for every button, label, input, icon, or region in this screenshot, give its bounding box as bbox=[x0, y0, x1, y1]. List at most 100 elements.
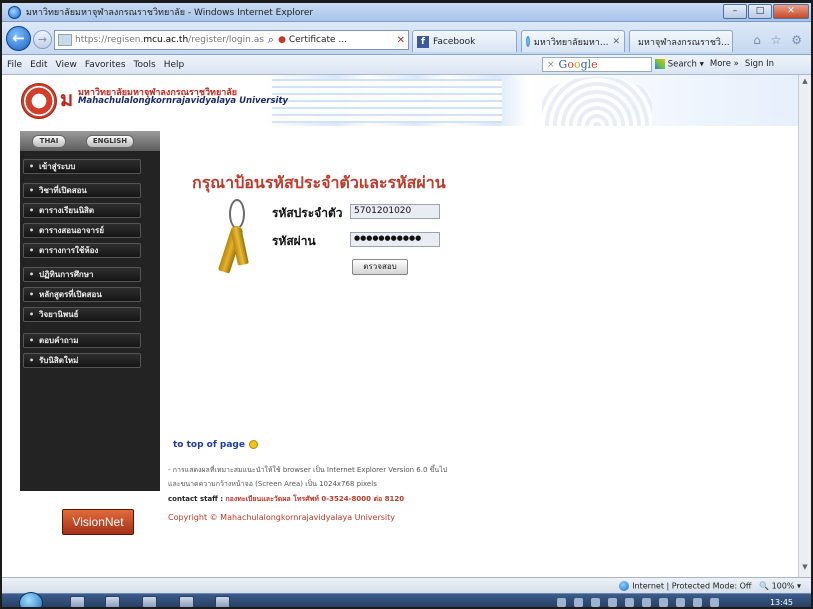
key-ring bbox=[229, 199, 245, 229]
site-header: ม มหาวิทยาลัยมหาจุฬาลงกรณราชวิทยาลัย Mah… bbox=[2, 75, 798, 126]
tab-label: Facebook bbox=[433, 36, 476, 47]
tray-icon[interactable] bbox=[608, 598, 617, 607]
status-info: Internet | Protected Mode: Off 🔍 100% ▾ bbox=[619, 581, 801, 591]
sidebar-item-teacher-timetable[interactable]: ตารางสอนอาจารย์ bbox=[23, 223, 141, 238]
globe-icon bbox=[619, 581, 630, 591]
header-decoration bbox=[272, 79, 502, 123]
page-content: ม มหาวิทยาลัยมหาจุฬาลงกรณราชวิทยาลัย Mah… bbox=[2, 75, 798, 577]
tab-university-2[interactable]: มหาจุฬาลงกรณราชวิ... bbox=[629, 30, 733, 52]
sidebar-item-courses[interactable]: วิชาที่เปิดสอน bbox=[23, 183, 141, 198]
ie-icon[interactable] bbox=[105, 596, 120, 607]
screen-note: และขนาดความกว้างหน้าจอ (Screen Area) เป็… bbox=[168, 480, 377, 488]
menu-favorites[interactable]: Favorites bbox=[85, 60, 126, 70]
word-icon[interactable] bbox=[142, 596, 157, 607]
sidebar-item-room-schedule[interactable]: ตารางการใช้ห้อง bbox=[23, 243, 141, 258]
sidebar: THAI ENGLISH เข้าสู่ระบบ วิชาที่เปิดสอน … bbox=[20, 131, 160, 535]
address-url: https://regisen.mcu.ac.th/register/login… bbox=[75, 35, 264, 45]
tray-icon[interactable] bbox=[659, 598, 668, 607]
more-button[interactable]: More » bbox=[710, 59, 739, 70]
page-icon bbox=[58, 34, 72, 46]
menu-view[interactable]: View bbox=[56, 60, 77, 70]
student-id-label: รหัสประจำตัว bbox=[272, 206, 343, 220]
browser-window: มหาวิทยาลัยมหาจุฬาลงกรณราชวิทยาลัย - Win… bbox=[0, 0, 813, 609]
thai-language-button[interactable]: THAI bbox=[32, 135, 66, 148]
vertical-scrollbar[interactable]: ▲ ▼ bbox=[798, 75, 811, 577]
sidebar-item-login[interactable]: เข้าสู่ระบบ bbox=[23, 159, 141, 174]
start-button[interactable] bbox=[19, 592, 43, 607]
title-bar: มหาวิทยาลัยมหาจุฬาลงกรณราชวิทยาลัย - Win… bbox=[2, 3, 811, 22]
back-button[interactable]: ← bbox=[6, 26, 31, 51]
browser-note: - การแสดงผลที่เหมาะสมแนะนำให้ใช้ browser… bbox=[168, 466, 448, 474]
tray-icon[interactable] bbox=[574, 598, 583, 607]
search-icon bbox=[655, 59, 665, 69]
university-logo-mark: ม bbox=[60, 87, 74, 111]
sign-in-button[interactable]: Sign In bbox=[745, 59, 774, 70]
university-seal-icon bbox=[21, 83, 57, 119]
tray-icon[interactable] bbox=[693, 598, 702, 607]
menu-help[interactable]: Help bbox=[164, 60, 185, 70]
stop-icon[interactable]: ✕ bbox=[397, 35, 405, 46]
close-tab-icon[interactable]: ✕ bbox=[612, 37, 620, 47]
minimize-button[interactable]: – bbox=[723, 4, 747, 19]
menu-tools[interactable]: Tools bbox=[134, 60, 156, 70]
login-heading: กรุณาป้อนรหัสประจำตัวและรหัสผ่าน bbox=[192, 173, 446, 192]
scroll-up-icon[interactable]: ▲ bbox=[800, 77, 810, 89]
google-logo: Google bbox=[558, 58, 598, 71]
tray-icon[interactable] bbox=[591, 598, 600, 607]
temple-watermark bbox=[542, 77, 652, 126]
close-button[interactable]: ✕ bbox=[773, 4, 809, 19]
password-label: รหัสผ่าน bbox=[272, 234, 316, 248]
scroll-down-icon[interactable]: ▼ bbox=[800, 563, 810, 575]
menu-bar: File Edit View Favorites Tools Help × Go… bbox=[2, 55, 811, 75]
menu-file[interactable]: File bbox=[7, 60, 22, 70]
facebook-icon: f bbox=[417, 35, 429, 48]
ie-logo-icon bbox=[8, 5, 21, 19]
taskbar: 13:45 bbox=[2, 592, 811, 607]
arrow-up-icon bbox=[248, 440, 258, 449]
university-english-name: Mahachulalongkornrajavidyalaya Universit… bbox=[78, 96, 289, 106]
tray-icon[interactable] bbox=[710, 598, 719, 607]
system-tray bbox=[557, 598, 719, 607]
tray-icon[interactable] bbox=[557, 598, 566, 607]
tray-icon[interactable] bbox=[642, 598, 651, 607]
student-id-field[interactable]: 5701201020 bbox=[350, 204, 440, 219]
password-field[interactable]: ●●●●●●●●●●● bbox=[350, 232, 440, 247]
tab-university[interactable]: มหาวิทยาลัยมหา... ✕ bbox=[521, 30, 625, 52]
search-button[interactable]: Search ▾ bbox=[655, 59, 704, 70]
status-bar: Internet | Protected Mode: Off 🔍 100% ▾ bbox=[2, 577, 811, 593]
clear-icon[interactable]: × bbox=[547, 60, 555, 70]
top-of-page-link[interactable]: to top of page bbox=[173, 440, 258, 450]
english-language-button[interactable]: ENGLISH bbox=[86, 135, 134, 148]
contact-line: contact staff : กองทะเบียนและวัดผล โทรศั… bbox=[168, 495, 405, 503]
visionnet-logo[interactable]: VisionNet bbox=[62, 509, 134, 535]
address-bar[interactable]: https://regisen.mcu.ac.th/register/login… bbox=[54, 30, 409, 50]
sidebar-item-curricula[interactable]: หลักสูตรที่เปิดสอน bbox=[23, 287, 141, 302]
tray-icon[interactable] bbox=[676, 598, 685, 607]
sidebar-item-admissions[interactable]: รับนิสิตใหม่ bbox=[23, 353, 141, 368]
sidebar-item-academic-calendar[interactable]: ปฏิทินการศึกษา bbox=[23, 267, 141, 282]
sidebar-item-thesis[interactable]: วิจยานิพนธ์ bbox=[23, 307, 141, 322]
menu-edit[interactable]: Edit bbox=[30, 60, 47, 70]
home-favorites-tools-icons[interactable]: ⌂ ☆ ⚙ bbox=[753, 33, 805, 47]
tab-label: มหาจุฬาลงกรณราชวิ... bbox=[638, 37, 730, 48]
copyright: Copyright © Mahachulalongkornrajavidyala… bbox=[168, 513, 395, 522]
forward-button[interactable]: → bbox=[33, 30, 52, 49]
sidebar-item-faq[interactable]: ตอบคำถาม bbox=[23, 333, 141, 348]
zoom-level[interactable]: 🔍 100% ▾ bbox=[759, 582, 801, 591]
clock[interactable]: 13:45 bbox=[770, 598, 793, 607]
folder-icon[interactable] bbox=[70, 596, 85, 607]
submit-button[interactable]: ตรวจสอบ bbox=[352, 259, 408, 275]
google-search-box[interactable]: × Google bbox=[542, 57, 652, 72]
search-icon[interactable]: ⌕ bbox=[268, 33, 274, 47]
navigation-bar: ← → https://regisen.mcu.ac.th/register/l… bbox=[2, 22, 811, 55]
sidebar-item-student-timetable[interactable]: ตารางเรียนนิสิต bbox=[23, 203, 141, 218]
tab-facebook[interactable]: f Facebook bbox=[412, 30, 517, 52]
certificate-error-button[interactable]: ● Certificate ... bbox=[278, 35, 347, 45]
maximize-button[interactable]: □ bbox=[748, 4, 772, 19]
window-icon[interactable] bbox=[215, 596, 230, 607]
language-bar: THAI ENGLISH bbox=[20, 131, 160, 151]
tray-icon[interactable] bbox=[625, 598, 634, 607]
window-title: มหาวิทยาลัยมหาจุฬาลงกรณราชวิทยาลัย - Win… bbox=[26, 8, 314, 18]
paint-icon[interactable] bbox=[179, 596, 194, 607]
security-zone: Internet | Protected Mode: Off bbox=[632, 581, 752, 591]
